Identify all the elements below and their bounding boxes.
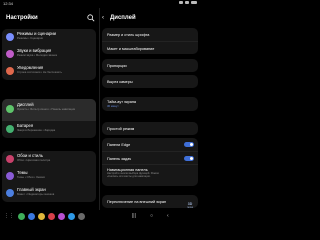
item-subtitle: Режимы • Сценарии bbox=[17, 35, 44, 40]
edge-panels-toggle[interactable] bbox=[184, 142, 194, 147]
item-subtitle: Темы • Обои • Значки bbox=[17, 174, 45, 179]
wifi-icon bbox=[179, 1, 183, 4]
battery-icon bbox=[191, 1, 197, 4]
font-size-style-item[interactable]: Размер и стиль шрифта bbox=[102, 28, 198, 41]
back-icon[interactable]: ‹ bbox=[167, 213, 169, 219]
panel-divider bbox=[98, 8, 99, 210]
phone-app-icon[interactable] bbox=[18, 213, 25, 220]
camera-app-icon[interactable] bbox=[48, 213, 55, 220]
settings-group-3: Обои и стиль Обои • Цветовая палитра Тем… bbox=[2, 151, 96, 202]
watermark-logo: 3D news bbox=[181, 202, 199, 209]
display-icon bbox=[6, 105, 14, 113]
navigation-bar-item[interactable]: Навигационная панель Настройте кнопки вы… bbox=[102, 164, 198, 186]
wallpaper-icon bbox=[6, 155, 14, 163]
settings-group-1: Режимы и сценарии Режимы • Сценарии Звук… bbox=[2, 29, 96, 80]
settings-item-home-screen[interactable]: Главный экран Макет • Индикаторы значков bbox=[2, 185, 96, 202]
display-settings-panel: ‹ Дисплей Размер и стиль шрифта Макет и … bbox=[100, 8, 200, 210]
item-label: Вырез камеры bbox=[107, 79, 133, 84]
item-subtitle: Режим звука • Мелодия звонка bbox=[17, 52, 58, 57]
display-group-ratio: Пропорции bbox=[102, 59, 198, 72]
item-label: Переключение на внешний экран bbox=[107, 199, 167, 204]
display-group-font: Размер и стиль шрифта Макет и масштабиро… bbox=[102, 28, 198, 54]
play-store-app-icon[interactable] bbox=[68, 213, 75, 220]
easy-mode-item[interactable]: Простой режим bbox=[102, 122, 198, 135]
item-subtitle: Строка состояния • Не беспокоить bbox=[17, 69, 62, 74]
settings-item-modes[interactable]: Режимы и сценарии Режимы • Сценарии bbox=[2, 29, 96, 46]
item-subtitle: Энергосбережение • Зарядка bbox=[17, 127, 56, 132]
settings-item-display[interactable]: Дисплей Яркость • Фильтр синего • Панель… bbox=[2, 99, 96, 121]
modes-icon bbox=[6, 33, 14, 41]
settings-group-2: Дисплей Яркость • Фильтр синего • Панель… bbox=[2, 99, 96, 138]
item-label: Навигационная панель bbox=[107, 167, 148, 172]
screen-timeout-item[interactable]: Тайм-аут экрана 30 минут bbox=[102, 97, 198, 111]
signal-icon bbox=[185, 1, 189, 4]
apps-grid-icon[interactable]: ⋮⋮ bbox=[4, 213, 14, 219]
chrome-app-icon[interactable] bbox=[38, 213, 45, 220]
back-arrow-icon[interactable]: ‹ bbox=[102, 15, 104, 21]
item-subtitle: Обои • Цветовая палитра bbox=[17, 157, 51, 162]
item-subtitle: Макет • Индикаторы значков bbox=[17, 191, 55, 196]
settings-item-battery[interactable]: Батарея Энергосбережение • Зарядка bbox=[2, 121, 96, 138]
watermark-line2: news bbox=[186, 206, 194, 209]
themes-icon bbox=[6, 172, 14, 180]
item-value: 30 минут bbox=[107, 104, 119, 108]
item-label: Тайм-аут экрана bbox=[107, 99, 137, 104]
display-group-cutout: Вырез камеры bbox=[102, 75, 198, 88]
item-label: Панели Edge bbox=[107, 142, 131, 147]
camera-cutout-item[interactable]: Вырез камеры bbox=[102, 75, 198, 88]
page-title: Настройки bbox=[6, 15, 38, 21]
settings-item-sounds[interactable]: Звуки и вибрация Режим звука • Мелодия з… bbox=[2, 46, 96, 63]
item-subtitle: Яркость • Фильтр синего • Панель навигац… bbox=[17, 106, 76, 111]
taskbar-toggle[interactable] bbox=[184, 156, 194, 161]
settings-item-wallpaper[interactable]: Обои и стиль Обои • Цветовая палитра bbox=[2, 151, 96, 168]
settings-item-notifications[interactable]: Уведомления Строка состояния • Не беспок… bbox=[2, 63, 96, 80]
item-label: Простой режим bbox=[107, 126, 135, 131]
item-label: Панель задач bbox=[107, 156, 132, 161]
display-title: Дисплей bbox=[110, 15, 136, 21]
status-time: 12:34 bbox=[3, 1, 14, 6]
home-icon[interactable]: ○ bbox=[150, 213, 153, 219]
display-group-timeout: Тайм-аут экрана 30 минут bbox=[102, 97, 198, 111]
settings-list-panel: Настройки Режимы и сценарии Режимы • Сце… bbox=[0, 8, 98, 210]
battery-settings-icon bbox=[6, 125, 14, 133]
notifications-icon bbox=[6, 67, 14, 75]
recents-icon[interactable]: ||| bbox=[132, 213, 136, 219]
gallery-app-icon[interactable] bbox=[58, 213, 65, 220]
display-group-easy-mode: Простой режим bbox=[102, 122, 198, 135]
search-icon[interactable] bbox=[87, 14, 95, 22]
status-icons bbox=[179, 1, 197, 4]
home-screen-icon bbox=[6, 189, 14, 197]
item-label: Макет и масштабирование bbox=[107, 46, 155, 51]
messages-app-icon[interactable] bbox=[28, 213, 35, 220]
layout-zoom-item[interactable]: Макет и масштабирование bbox=[102, 41, 198, 54]
status-bar: 12:34 bbox=[0, 0, 200, 8]
display-group-panels: Панели Edge Панель задач Навигационная п… bbox=[102, 138, 198, 186]
item-label: Размер и стиль шрифта bbox=[107, 32, 150, 37]
sound-icon bbox=[6, 50, 14, 58]
settings-item-themes[interactable]: Темы Темы • Обои • Значки bbox=[2, 168, 96, 185]
settings-app-icon[interactable] bbox=[78, 213, 85, 220]
taskbar-item[interactable]: Панель задач bbox=[102, 151, 198, 164]
item-label: Пропорции bbox=[107, 63, 127, 68]
navigation-bar: ⋮⋮ ||| ○ ‹ bbox=[0, 210, 200, 222]
aspect-ratio-item[interactable]: Пропорции bbox=[102, 59, 198, 72]
edge-panels-item[interactable]: Панели Edge bbox=[102, 138, 198, 151]
item-description: Настройте кнопки выбора функций. Режим «… bbox=[107, 172, 159, 179]
